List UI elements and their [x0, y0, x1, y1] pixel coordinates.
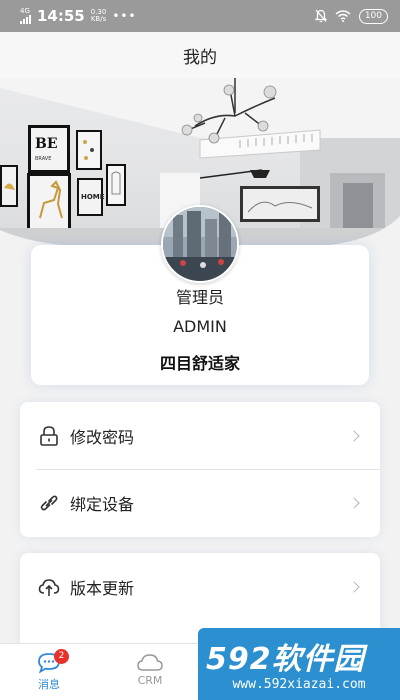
- cloud-upload-icon: [36, 574, 62, 600]
- site-watermark: 592软件园 www.592xiazai.com: [198, 628, 400, 700]
- network-speed: 0.30 KB/s: [90, 8, 107, 24]
- signal-icon: 4G: [20, 8, 31, 24]
- menu-group-account: 修改密码 绑定设备: [20, 402, 380, 537]
- chevron-right-icon: [348, 580, 360, 593]
- status-left: 4G 14:55 0.30 KB/s •••: [20, 7, 137, 25]
- network-type: 4G: [20, 7, 30, 15]
- wifi-icon: [335, 10, 351, 22]
- status-right: 100: [314, 8, 388, 24]
- page-title: 我的: [183, 47, 217, 68]
- battery-indicator: 100: [358, 8, 388, 24]
- avatar[interactable]: [161, 205, 239, 283]
- avatar-photo-icon: [163, 207, 237, 281]
- menu-label-version-update: 版本更新: [70, 578, 135, 598]
- menu-label-bind-device: 绑定设备: [70, 494, 135, 514]
- username: ADMIN: [173, 317, 227, 336]
- lock-icon: [36, 423, 62, 449]
- tab-messages[interactable]: 2 消息: [19, 644, 79, 700]
- bell-muted-icon: [314, 9, 327, 23]
- status-time: 14:55: [37, 7, 85, 25]
- menu-label-change-password: 修改密码: [70, 427, 135, 447]
- menu-item-bind-device[interactable]: 绑定设备: [20, 469, 380, 536]
- menu-item-version-update[interactable]: 版本更新: [20, 553, 380, 620]
- menu-item-change-password[interactable]: 修改密码: [20, 402, 380, 469]
- unread-badge: 2: [54, 649, 69, 664]
- watermark-url: www.592xiazai.com: [232, 677, 366, 692]
- chevron-right-icon: [348, 429, 360, 442]
- nav-bar: 我的: [0, 32, 400, 78]
- cloud-icon: [137, 654, 163, 671]
- tab-label-messages: 消息: [38, 678, 60, 691]
- company-name: 四目舒适家: [159, 354, 240, 373]
- chevron-right-icon: [348, 496, 360, 509]
- tab-label-crm: CRM: [137, 674, 163, 687]
- link-icon: [36, 490, 62, 516]
- more-notifications-icon: •••: [112, 9, 137, 23]
- status-bar: 4G 14:55 0.30 KB/s ••• 100: [0, 0, 400, 32]
- speed-unit: KB/s: [90, 15, 107, 23]
- tab-crm[interactable]: CRM: [120, 644, 180, 700]
- user-role: 管理员: [175, 288, 224, 307]
- watermark-logo: 592软件园: [206, 642, 365, 677]
